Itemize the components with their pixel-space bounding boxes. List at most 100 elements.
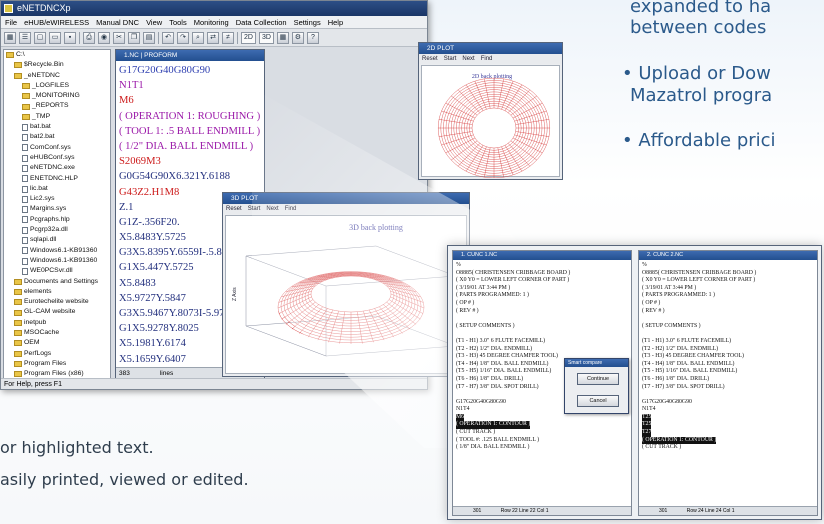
- code-line: ( CUT TRACK ): [642, 444, 814, 452]
- cut-icon[interactable]: ✂: [113, 31, 125, 44]
- tree-item-label: Windows6.1-KB91360: [30, 256, 98, 264]
- tree-item-label: ComConf.sys: [30, 143, 71, 151]
- plot-next-button[interactable]: Next: [266, 204, 278, 214]
- plot-start-button[interactable]: Start: [444, 54, 457, 64]
- plot-2d-canvas[interactable]: 2D back plotting: [421, 65, 560, 179]
- print-icon[interactable]: ⎙: [83, 31, 95, 44]
- tree-item[interactable]: eHUBConf.sys: [4, 153, 110, 163]
- tree-item[interactable]: $Recycle.Bin: [4, 60, 110, 70]
- tree-item[interactable]: lic.bat: [4, 184, 110, 194]
- replace-icon[interactable]: ⇄: [207, 31, 219, 44]
- list-icon[interactable]: ☰: [19, 31, 31, 44]
- paste-icon[interactable]: ▤: [143, 31, 155, 44]
- tree-item[interactable]: MSOCache: [4, 328, 110, 338]
- diff-highlighted-line: T25: [642, 421, 814, 430]
- tree-item[interactable]: Windows6.1-KB91360: [4, 256, 110, 266]
- grid-icon[interactable]: ▦: [4, 31, 16, 44]
- compare-right-text[interactable]: % O8885( CHRISTENSEN CRIBBAGE BOARD )( X0…: [639, 260, 817, 454]
- undo-icon[interactable]: ↶: [162, 31, 174, 44]
- code-line-text: (T6 - H6) 1/8" DIA. DRILL): [456, 375, 524, 382]
- compare-left-text[interactable]: % O8885( CHRISTENSEN CRIBBAGE BOARD )( X0…: [453, 260, 631, 454]
- tree-item[interactable]: PerfLogs: [4, 349, 110, 359]
- compare-left-status-text: Row 22 Line 22 Col 1: [500, 508, 549, 514]
- menu-help[interactable]: Help: [328, 16, 343, 28]
- code-line-text: N1T4: [642, 406, 656, 413]
- plot-find-button[interactable]: Find: [285, 204, 297, 214]
- tree-item[interactable]: bat2.bat: [4, 132, 110, 142]
- code-line: N1T1: [119, 80, 144, 92]
- settings-icon[interactable]: ⚙: [291, 31, 304, 44]
- tree-item[interactable]: inetpub: [4, 318, 110, 328]
- feature-line: Mazatrol progra: [630, 85, 773, 106]
- plot-3d-button[interactable]: 3D: [258, 31, 274, 44]
- tree-item[interactable]: GL-CAM website: [4, 307, 110, 317]
- tree-item-label: PerfLogs: [24, 349, 52, 357]
- plot-start-button[interactable]: Start: [248, 204, 261, 214]
- tree-item[interactable]: OEM: [4, 338, 110, 348]
- menu-file[interactable]: File: [5, 16, 17, 28]
- continue-button[interactable]: Continue: [577, 373, 619, 385]
- tree-item[interactable]: _LOGFILES: [4, 81, 110, 91]
- help-icon[interactable]: ?: [306, 31, 319, 44]
- compare-icon[interactable]: ≠: [222, 31, 234, 44]
- tree-item[interactable]: Eurotechelite website: [4, 297, 110, 307]
- menu-settings[interactable]: Settings: [294, 16, 321, 28]
- tree-item[interactable]: WE0PCSvr.dll: [4, 266, 110, 276]
- tree-item[interactable]: Pcgraphs.hlp: [4, 215, 110, 225]
- tree-item[interactable]: _MONITORING: [4, 91, 110, 101]
- plot-3d-canvas[interactable]: 3D back plotting Z Axis: [225, 215, 467, 374]
- code-line-text: ( OPERATION 1: CONTOUR ): [456, 421, 531, 430]
- file-icon: [22, 185, 28, 193]
- code-line: M6: [119, 95, 134, 107]
- tree-item[interactable]: bat.bat: [4, 122, 110, 132]
- tree-item[interactable]: _REPORTS: [4, 101, 110, 111]
- toolpath-ring: [471, 107, 517, 149]
- tree-item[interactable]: sqlapi.dll: [4, 235, 110, 245]
- code-line-text: (T3 - H3) 45 DEGREE CHAMFER TOOL): [642, 353, 744, 360]
- plot-find-button[interactable]: Find: [481, 54, 493, 64]
- save-icon[interactable]: ▪: [64, 31, 76, 44]
- tree-item[interactable]: Windows6.1-KB91360: [4, 246, 110, 256]
- tree-item[interactable]: Margins.sys: [4, 204, 110, 214]
- tree-item[interactable]: Pcgrp32a.dll: [4, 225, 110, 235]
- table-icon[interactable]: ▦: [276, 31, 289, 44]
- copy-icon[interactable]: ❐: [128, 31, 140, 44]
- menu-monitoring[interactable]: Monitoring: [194, 16, 229, 28]
- menu-view[interactable]: View: [146, 16, 162, 28]
- tree-item[interactable]: Documents and Settings: [4, 277, 110, 287]
- tree-item[interactable]: Lic2.sys: [4, 194, 110, 204]
- code-line-text: ( CUT TRACK ): [642, 444, 682, 451]
- menu-tools[interactable]: Tools: [169, 16, 187, 28]
- menu-ehub[interactable]: eHUB/eWIRELESS: [24, 16, 89, 28]
- tree-item[interactable]: _eNETDNC: [4, 71, 110, 81]
- open-folder-icon[interactable]: ▭: [49, 31, 61, 44]
- tree-item[interactable]: elements: [4, 287, 110, 297]
- tree-item[interactable]: C:\: [4, 50, 110, 60]
- folder-icon: [14, 288, 22, 295]
- plot-reset-button[interactable]: Reset: [226, 204, 242, 214]
- code-line-text: (T2 - H2) 1/2" DIA. ENDMILL): [456, 345, 533, 352]
- code-line-text: ( OP # ): [456, 299, 475, 306]
- plot-2d-button[interactable]: 2D: [241, 31, 256, 44]
- tree-item[interactable]: Program Files: [4, 359, 110, 369]
- plot-2d-window: 2D PLOT Reset Start Next Find 2D back pl…: [418, 42, 563, 180]
- compare-right-title: 2. CUNC 2.NC: [639, 251, 817, 260]
- tree-item-label: _LOGFILES: [32, 81, 70, 89]
- plot-next-button[interactable]: Next: [462, 54, 474, 64]
- menu-manual-dnc[interactable]: Manual DNC: [96, 16, 139, 28]
- code-line-text: ( REV # ): [642, 307, 665, 314]
- code-line-text: ( X0 Y0 = LOWER LEFT CORNER OF PART ): [642, 277, 756, 284]
- code-line-text: (T4 - H4) 1/8" DIA. BALL ENDMILL): [642, 360, 735, 367]
- new-file-icon[interactable]: ▢: [34, 31, 46, 44]
- preview-icon[interactable]: ◉: [98, 31, 110, 44]
- find-icon[interactable]: ⌕: [192, 31, 204, 44]
- cancel-button[interactable]: Cancel: [577, 395, 619, 407]
- tree-item[interactable]: ComConf.sys: [4, 143, 110, 153]
- plot-reset-button[interactable]: Reset: [422, 54, 438, 64]
- tree-item[interactable]: _TMP: [4, 112, 110, 122]
- menu-data-collection[interactable]: Data Collection: [236, 16, 287, 28]
- tree-item[interactable]: ENETDNC.HLP: [4, 174, 110, 184]
- tree-item[interactable]: eNETDNC.exe: [4, 163, 110, 173]
- redo-icon[interactable]: ↷: [177, 31, 189, 44]
